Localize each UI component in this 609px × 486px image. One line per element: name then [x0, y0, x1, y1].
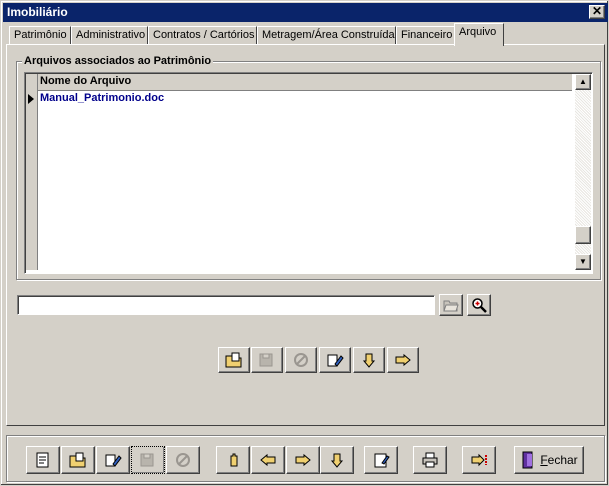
window-title: Imobiliário [7, 5, 68, 19]
files-grid[interactable]: Nome do Arquivo Manual_Patrimonio.doc ▲ … [24, 72, 593, 274]
edit-icon [327, 354, 344, 367]
cancel-record-button[interactable] [166, 446, 200, 474]
last-record-icon [330, 453, 344, 468]
export-button[interactable] [462, 446, 496, 474]
cancel-file-button[interactable] [285, 347, 317, 373]
move-next-button[interactable] [387, 347, 419, 373]
save-record-icon [140, 453, 154, 467]
open-file-button[interactable] [218, 347, 250, 373]
save-record-button[interactable] [131, 446, 165, 474]
open-record-icon [69, 452, 86, 468]
close-icon: ✕ [591, 4, 603, 18]
zoom-icon [472, 298, 487, 313]
print-button[interactable] [413, 446, 447, 474]
edit-record-icon [105, 454, 122, 467]
browse-folder-button[interactable] [439, 294, 463, 316]
export-icon [471, 453, 487, 467]
column-header-nome-arquivo[interactable]: Nome do Arquivo [38, 74, 572, 91]
notes-button[interactable] [364, 446, 398, 474]
folder-open-icon [443, 300, 459, 312]
move-down-button[interactable] [353, 347, 385, 373]
current-row-arrow-icon [28, 94, 34, 104]
imobiliario-window: Imobiliário ✕ Patrimônio Administrativo … [0, 0, 609, 486]
save-file-icon [259, 353, 273, 367]
first-record-button[interactable] [216, 446, 250, 474]
tab-arquivo[interactable]: Arquivo [454, 23, 504, 46]
open-file-icon [225, 352, 242, 368]
notes-icon [374, 453, 390, 468]
tab-financeiro[interactable]: Financeiro [396, 26, 456, 45]
scroll-up-button[interactable]: ▲ [575, 74, 591, 90]
new-record-icon [36, 452, 49, 468]
last-record-button[interactable] [320, 446, 354, 474]
print-icon [422, 452, 438, 468]
save-file-button[interactable] [251, 347, 283, 373]
fechar-button[interactable]: Fechar [514, 446, 584, 474]
files-group-label: Arquivos associados ao Patrimônio [22, 55, 214, 67]
tab-patrimonio[interactable]: Patrimônio [9, 26, 71, 45]
tab-strip: Patrimônio Administrativo Contratos / Ca… [7, 23, 607, 46]
edit-record-button[interactable] [96, 446, 130, 474]
pointer-right-icon [395, 353, 411, 367]
edit-file-button[interactable] [319, 347, 351, 373]
open-record-button[interactable] [61, 446, 95, 474]
next-record-icon [295, 453, 311, 467]
tab-metragem-area[interactable]: Metragem/Área Construída [257, 26, 396, 45]
tab-administrativo[interactable]: Administrativo [71, 26, 148, 45]
previous-record-button[interactable] [251, 446, 285, 474]
scroll-thumb[interactable] [575, 226, 591, 244]
close-window-button[interactable]: ✕ [589, 5, 605, 19]
view-file-button[interactable] [467, 294, 491, 316]
fechar-label: Fechar [540, 453, 578, 467]
pointer-down-icon [362, 353, 376, 368]
cancel-icon [176, 453, 190, 467]
tab-contratos-cartorios[interactable]: Contratos / Cartórios [148, 26, 257, 45]
door-exit-icon [522, 451, 533, 469]
file-path-input[interactable] [17, 295, 435, 315]
new-record-button[interactable] [26, 446, 60, 474]
title-bar: Imobiliário ✕ [3, 3, 608, 22]
table-row[interactable]: Manual_Patrimonio.doc [38, 92, 572, 107]
previous-record-icon [260, 453, 276, 467]
first-record-icon [230, 453, 238, 467]
next-record-button[interactable] [286, 446, 320, 474]
cancel-icon [294, 353, 308, 367]
vertical-scrollbar[interactable]: ▲ ▼ [575, 74, 591, 270]
scroll-down-button[interactable]: ▼ [575, 254, 591, 270]
